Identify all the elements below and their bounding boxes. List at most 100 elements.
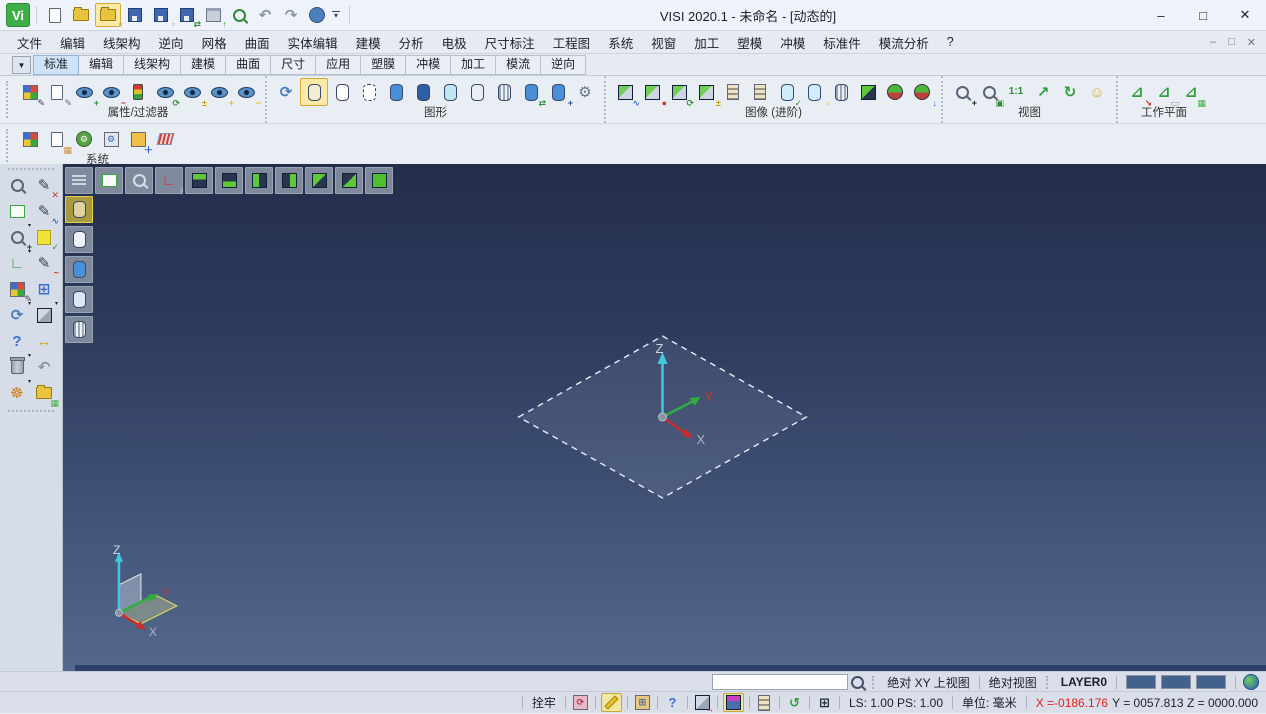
render-wireframe[interactable] (65, 226, 93, 253)
menu-item-20[interactable]: ? (938, 33, 963, 51)
outline-mode[interactable] (329, 79, 355, 105)
menu-item-11[interactable]: 尺寸标注 (476, 31, 544, 54)
maximize-button[interactable]: □ (1182, 0, 1224, 30)
adv-solid-view[interactable] (855, 79, 881, 105)
zoom-window[interactable]: ▣ (976, 79, 1004, 108)
zoom-dynamic[interactable] (125, 167, 153, 194)
edit-spline[interactable]: ✎ ~ (31, 251, 59, 278)
solid-preview[interactable]: ▾ (31, 301, 58, 327)
view-right[interactable] (275, 167, 303, 194)
view-orientation-status[interactable]: 绝对 XY 上视图 (883, 674, 973, 691)
adv-compare-sphere[interactable] (882, 79, 908, 105)
minimize-button[interactable]: – (1140, 0, 1182, 30)
viewport-layout[interactable]: ⊞ (815, 694, 834, 711)
search-input[interactable] (712, 674, 849, 690)
navigation-wheel[interactable]: ☸ ▾ (4, 379, 31, 405)
workplane-restore[interactable]: ⊿ ▦ (1178, 79, 1206, 108)
viewport-3d[interactable]: Z Y X Z Y X ∟ ↑ (63, 164, 1266, 672)
attributes-report[interactable]: ✎ (44, 79, 72, 108)
active-layer-status[interactable]: LAYER0 (1057, 675, 1111, 689)
context-help[interactable]: ? (663, 694, 682, 711)
shaded-edges-mode[interactable] (410, 79, 436, 105)
modify-attributes[interactable]: ✎ (17, 79, 45, 108)
regen-graphics[interactable]: ⟳ (273, 79, 299, 105)
tab-1[interactable]: 标准 (33, 55, 80, 75)
filter-traffic-light[interactable] (125, 79, 151, 105)
adv-section-b[interactable] (747, 79, 773, 105)
open-file[interactable] (69, 4, 93, 26)
shaded-mode[interactable] (383, 79, 409, 105)
hidden-line-mode[interactable] (491, 79, 517, 105)
filter-remove[interactable]: − (98, 79, 126, 108)
tab-8[interactable]: 塑膜 (360, 55, 407, 75)
window-panes[interactable]: ⊞ (31, 277, 57, 301)
view-isometric[interactable] (365, 167, 393, 194)
menu-item-16[interactable]: 塑模 (728, 31, 771, 54)
view-back[interactable] (335, 167, 363, 194)
rotate-view[interactable]: ↻ (1057, 79, 1083, 105)
help[interactable]: ? (4, 329, 30, 353)
adv-invert[interactable]: ± (693, 79, 721, 108)
view-top[interactable] (185, 167, 213, 194)
insert-image[interactable]: ▦ (31, 381, 59, 408)
sketch-spline[interactable]: ✎ ∿ (31, 199, 59, 226)
scale-status[interactable]: LS: 1.00 PS: 1.00 (845, 696, 947, 710)
render-shaded[interactable] (65, 256, 93, 283)
render-hidden-line[interactable] (65, 316, 93, 343)
viewport-menu[interactable] (65, 167, 93, 194)
zoom-plus[interactable]: + ▾ (4, 223, 32, 252)
entity-attributes[interactable]: ✎ (4, 277, 32, 304)
filter-add[interactable]: + (71, 79, 99, 108)
smart-select-wand[interactable] (600, 693, 622, 712)
mdi-minimize-button[interactable]: – (1210, 36, 1216, 49)
tab-2[interactable]: 编辑 (78, 55, 125, 75)
menu-item-10[interactable]: 电极 (433, 31, 476, 54)
tab-12[interactable]: 逆向 (540, 55, 587, 75)
save[interactable] (123, 4, 147, 26)
tab-7[interactable]: 应用 (315, 55, 362, 75)
undo[interactable]: ↶ (253, 4, 277, 26)
lock-toggle[interactable]: 拴牢 (528, 694, 560, 711)
color-swatch-3[interactable] (1196, 675, 1226, 689)
online-status-button[interactable] (1241, 674, 1260, 691)
adv-refresh[interactable]: ⟳ (666, 79, 694, 108)
ghost-mode[interactable] (464, 79, 490, 105)
adv-hatch[interactable] (828, 79, 854, 105)
adv-add-curves[interactable]: ∿ (612, 79, 640, 108)
publish[interactable] (305, 4, 329, 26)
snap-options[interactable]: ⊞ (633, 694, 652, 711)
selection-box[interactable] (4, 199, 30, 223)
filter-hide-all[interactable]: − (233, 79, 261, 108)
color-table[interactable]: ▦ (44, 126, 72, 155)
menu-item-19[interactable]: 模流分析 (870, 31, 938, 54)
menu-item-18[interactable]: 标准件 (814, 31, 870, 54)
pan-view[interactable]: ↗ (1030, 79, 1056, 105)
menu-item-1[interactable]: 文件 (8, 31, 51, 54)
grid-settings[interactable] (152, 126, 178, 152)
color-swatch-1[interactable] (1126, 675, 1156, 689)
open-model[interactable]: ▫ (95, 3, 122, 29)
tab-3[interactable]: 线架构 (123, 55, 182, 75)
tab-6[interactable]: 尺寸 (270, 55, 317, 75)
menu-item-12[interactable]: 工程图 (544, 31, 600, 54)
menu-item-9[interactable]: 分析 (390, 31, 433, 54)
adv-validate[interactable]: ✓ (774, 79, 802, 108)
adv-traffic-light[interactable]: ● (639, 79, 667, 108)
workplane-indicator[interactable] (722, 693, 744, 712)
redo[interactable]: ↷ (279, 4, 303, 26)
regen-view[interactable]: ⟳ ▾ (4, 301, 31, 327)
transparent-mode[interactable] (437, 79, 463, 105)
menu-item-7[interactable]: 实体编辑 (279, 31, 347, 54)
tab-4[interactable]: 建模 (180, 55, 227, 75)
render-settings[interactable]: ⚙ (572, 79, 598, 105)
hide-temporary[interactable]: → (693, 694, 714, 714)
menu-item-8[interactable]: 建模 (347, 31, 390, 54)
undo-operation[interactable]: ↶ (31, 355, 57, 379)
confirm-selection[interactable]: ✓ (31, 225, 59, 252)
filter-invert[interactable]: ± (179, 79, 207, 108)
zoom-extents[interactable] (95, 167, 123, 194)
print[interactable]: ↑ (201, 4, 227, 29)
mdi-close-button[interactable]: ✕ (1247, 36, 1256, 49)
new-file[interactable] (43, 4, 67, 26)
database-search[interactable] (227, 4, 251, 26)
